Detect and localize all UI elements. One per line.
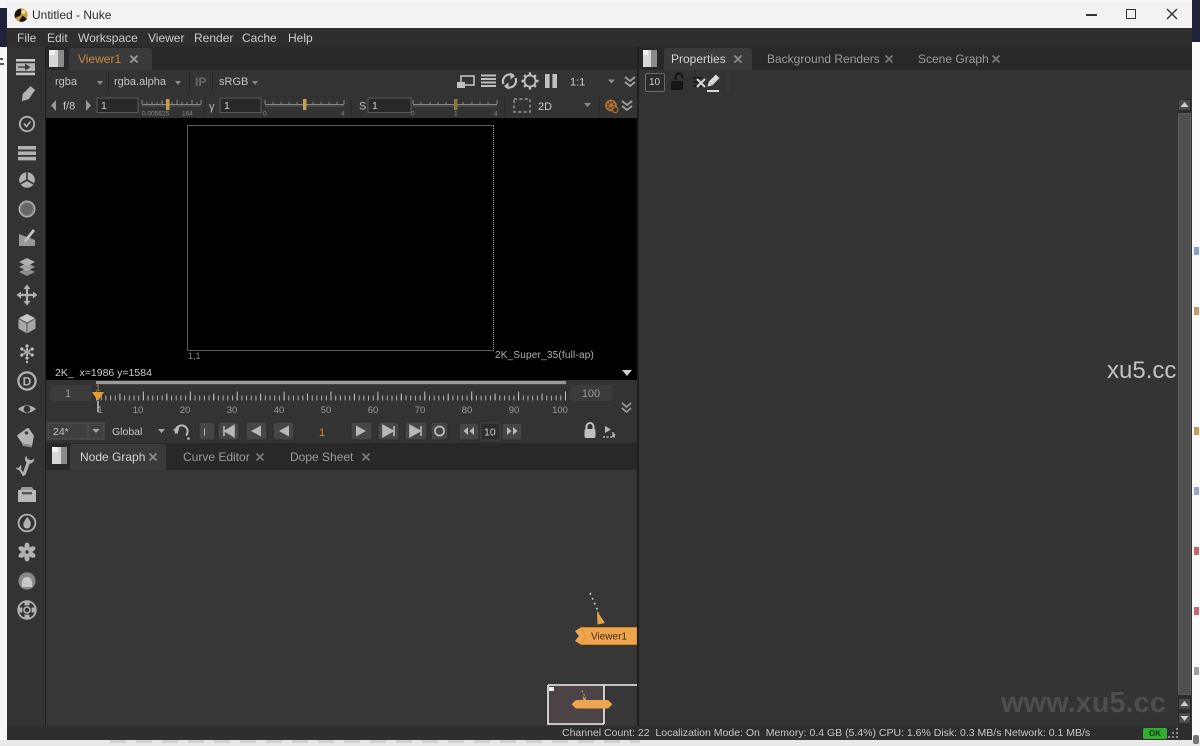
svg-text:40: 40 — [274, 405, 285, 416]
svg-text:1: 1 — [454, 111, 458, 118]
svg-text:20: 20 — [180, 405, 191, 416]
svg-text:Viewer1: Viewer1 — [591, 632, 627, 643]
svg-text:4: 4 — [494, 111, 498, 118]
svg-text:10: 10 — [133, 405, 144, 416]
svg-text:80: 80 — [462, 405, 473, 416]
svg-text:1: 1 — [224, 100, 230, 112]
svg-text:Global: Global — [112, 426, 142, 438]
svg-text:0.005625: 0.005625 — [142, 111, 169, 118]
svg-text:0: 0 — [263, 111, 267, 118]
svg-text:24*: 24* — [53, 426, 69, 438]
svg-text:1: 1 — [372, 100, 378, 112]
svg-text:10: 10 — [484, 427, 496, 439]
svg-text:100: 100 — [582, 388, 600, 400]
svg-text:S: S — [359, 101, 366, 113]
svg-text:60: 60 — [368, 405, 379, 416]
svg-text:70: 70 — [415, 405, 426, 416]
svg-text:50: 50 — [321, 405, 332, 416]
svg-text:0: 0 — [411, 111, 415, 118]
svg-text:1: 1 — [65, 388, 71, 400]
svg-text:1:1: 1:1 — [570, 77, 585, 89]
svg-text:30: 30 — [227, 405, 238, 416]
svg-text:1: 1 — [96, 384, 101, 393]
svg-text:164: 164 — [182, 111, 193, 118]
svg-text:D: D — [23, 375, 32, 389]
svg-text:100: 100 — [552, 405, 568, 416]
svg-text:f/8: f/8 — [63, 101, 75, 113]
svg-text:1: 1 — [319, 427, 325, 439]
svg-text:2D: 2D — [538, 101, 552, 113]
svg-text:90: 90 — [509, 405, 520, 416]
svg-text:4: 4 — [341, 111, 345, 118]
svg-text:I: I — [203, 427, 206, 439]
svg-text:γ: γ — [209, 101, 215, 113]
svg-text:1: 1 — [101, 100, 107, 112]
